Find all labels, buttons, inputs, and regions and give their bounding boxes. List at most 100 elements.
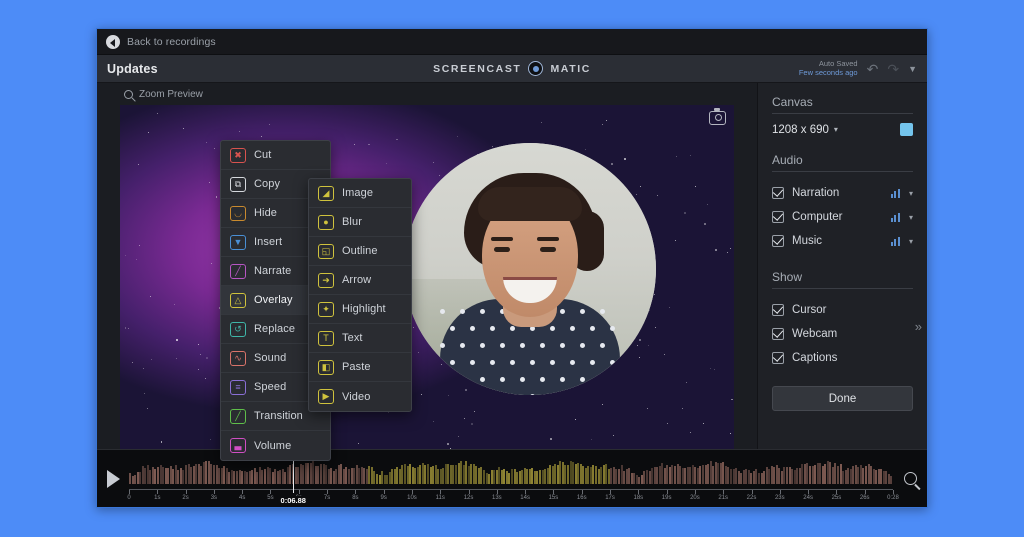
shirt-dot <box>490 326 495 331</box>
transition-icon: ╱ <box>230 408 246 424</box>
shirt-dot <box>580 377 585 382</box>
checkbox-narration[interactable] <box>772 187 784 199</box>
menu-item-volume[interactable]: ▃ Volume <box>221 431 330 460</box>
shirt-dot <box>490 360 495 365</box>
webcam-overlay[interactable] <box>404 143 656 395</box>
tick-mark <box>157 490 159 494</box>
checkbox-music[interactable] <box>772 235 784 247</box>
shirt-dot <box>600 377 605 382</box>
timeline-tick: 25s <box>832 490 841 501</box>
submenu-item-label: Video <box>342 390 371 403</box>
submenu-item-blur[interactable]: ● Blur <box>309 208 411 237</box>
back-to-recordings-link[interactable]: Back to recordings <box>127 36 216 48</box>
shirt-dot <box>470 394 475 395</box>
submenu-item-outline[interactable]: ◱ Outline <box>309 237 411 266</box>
timeline-tick: 6s <box>296 490 302 501</box>
person-eye-right <box>540 247 556 252</box>
timeline-tick: 23s <box>775 490 785 501</box>
chevron-down-icon[interactable]: ▾ <box>834 125 838 134</box>
checkbox-captions[interactable] <box>772 352 784 364</box>
star <box>206 357 209 359</box>
play-button[interactable] <box>97 450 129 507</box>
tick-mark <box>440 490 442 494</box>
zoom-preview-control[interactable]: Zoom Preview <box>97 83 757 105</box>
star <box>206 142 208 144</box>
menu-item-label: Volume <box>254 439 292 452</box>
menu-item-label: Copy <box>254 178 281 190</box>
timeline-tick: 12s <box>464 490 473 501</box>
star <box>197 369 199 371</box>
submenu-item-image[interactable]: ◢ Image <box>309 179 411 208</box>
magnifier-icon <box>903 472 917 485</box>
star <box>160 440 163 443</box>
submenu-item-video[interactable]: ▶ Video <box>309 382 411 411</box>
star <box>174 303 176 305</box>
tick-mark <box>355 490 357 494</box>
shirt-dot <box>610 394 615 395</box>
star <box>209 181 211 183</box>
overlay-submenu[interactable]: ◢ Image ● Blur ◱ Outline ➜ Arrow ✦ Highlight T Text… <box>308 178 412 412</box>
option-row-narration[interactable]: Narration ▾ <box>772 181 913 205</box>
expand-panel-icon[interactable]: » <box>915 319 922 334</box>
camera-icon[interactable] <box>709 108 726 125</box>
submenu-item-label: Paste <box>342 361 371 373</box>
shirt-dot <box>590 394 595 395</box>
checkbox-webcam[interactable] <box>772 328 784 340</box>
menu-item-cut[interactable]: ✖ Cut <box>221 141 330 170</box>
chevron-down-icon[interactable]: ▾ <box>909 237 913 246</box>
timeline-tick: 14s <box>520 490 530 501</box>
star <box>682 408 684 410</box>
back-arrow-icon[interactable] <box>106 34 120 49</box>
tick-label: 12s <box>463 495 474 501</box>
canvas-color-swatch[interactable] <box>900 123 913 136</box>
shirt-dot <box>540 343 545 348</box>
option-row-webcam[interactable]: Webcam <box>772 322 913 346</box>
video-icon: ▶ <box>318 389 334 404</box>
checkbox-cursor[interactable] <box>772 304 784 316</box>
shirt-dot <box>590 326 595 331</box>
option-row-captions[interactable]: Captions <box>772 346 913 370</box>
tick-label: 0 <box>127 495 131 501</box>
shirt-dot <box>600 309 605 314</box>
star <box>715 249 718 251</box>
undo-icon[interactable]: ↶ <box>867 62 879 76</box>
chevron-down-icon[interactable]: ▼ <box>908 64 917 74</box>
submenu-item-arrow[interactable]: ➜ Arrow <box>309 266 411 295</box>
tick-mark <box>213 490 215 494</box>
done-button[interactable]: Done <box>772 386 913 411</box>
brand-left-word: SCREENCAST <box>433 62 522 75</box>
option-row-computer[interactable]: Computer ▾ <box>772 205 913 229</box>
tick-mark <box>496 490 498 494</box>
tick-mark <box>723 490 725 494</box>
checkbox-computer[interactable] <box>772 211 784 223</box>
star <box>729 432 731 434</box>
magnifier-icon <box>124 89 133 99</box>
star <box>353 143 355 145</box>
chevron-down-icon[interactable]: ▾ <box>909 213 913 222</box>
sound-icon: ∿ <box>230 350 246 366</box>
timeline-ruler[interactable]: 0 1s 2s 3s 4s 5s 6s 7s 8s 9s 10s 11s 12s 13s 14s 15s 16s… <box>127 489 899 505</box>
option-row-music[interactable]: Music ▾ <box>772 229 913 253</box>
chevron-down-icon[interactable]: ▾ <box>909 189 913 198</box>
star <box>674 240 676 242</box>
star <box>214 148 216 150</box>
submenu-item-text[interactable]: T Text <box>309 324 411 353</box>
canvas-section-title: Canvas <box>772 95 913 114</box>
title-bar: Updates SCREENCAST MATIC Auto Saved Few … <box>97 55 927 83</box>
waveform-bar <box>890 475 893 484</box>
submenu-item-paste[interactable]: ◧ Paste <box>309 353 411 382</box>
submenu-item-highlight[interactable]: ✦ Highlight <box>309 295 411 324</box>
preview-stage: Zoom Preview ✖ Cut ⧉ Copy ◡ Hide ▼ Inser… <box>97 83 757 484</box>
speed-icon: ≡ <box>230 379 246 395</box>
redo-icon[interactable]: ↷ <box>887 62 899 76</box>
canvas-size-value[interactable]: 1208 x 690 <box>772 124 829 136</box>
arrow-icon: ➜ <box>318 272 334 288</box>
video-canvas[interactable] <box>120 105 734 449</box>
tick-mark <box>185 490 187 494</box>
option-row-cursor[interactable]: Cursor <box>772 298 913 322</box>
shirt-dot <box>600 343 605 348</box>
tick-mark <box>525 490 527 494</box>
tick-mark <box>638 490 640 494</box>
shirt-dot <box>460 377 465 382</box>
menu-item-label: Replace <box>254 323 296 335</box>
